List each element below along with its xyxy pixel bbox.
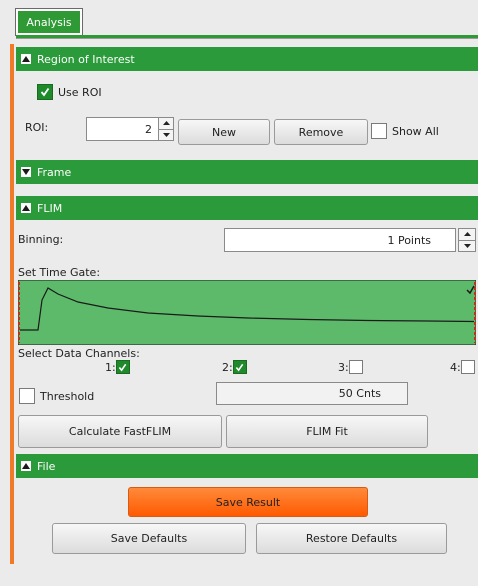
channel-selector: 1: 2: 3: 4: <box>0 360 478 376</box>
threshold-row: Threshold <box>19 388 94 404</box>
tab-analysis[interactable]: Analysis <box>15 8 83 36</box>
tab-divider <box>16 38 478 39</box>
channel-label: 3: <box>338 360 349 374</box>
roi-stepper[interactable] <box>158 117 174 141</box>
section-title: File <box>37 459 56 473</box>
stepper-down-icon[interactable] <box>159 128 173 141</box>
channel-checkbox[interactable] <box>348 360 363 374</box>
binning-value: 1 Points <box>387 233 431 247</box>
section-header-frame[interactable]: Frame <box>16 160 478 184</box>
section-header-file[interactable]: File <box>16 454 478 478</box>
section-title: Frame <box>37 165 72 179</box>
flim-fit-button[interactable]: FLIM Fit <box>226 415 428 448</box>
threshold-value: 50 Cnts <box>338 387 381 400</box>
section-title: FLIM <box>37 201 63 215</box>
binning-stepper[interactable] <box>458 228 476 252</box>
threshold-label: Threshold <box>40 389 95 403</box>
new-roi-button[interactable]: New <box>178 119 270 145</box>
binning-label: Binning: <box>18 233 64 246</box>
use-roi-checkbox[interactable] <box>37 84 53 100</box>
use-roi-row: Use ROI <box>37 84 102 100</box>
calculate-fastflim-button[interactable]: Calculate FastFLIM <box>18 415 222 448</box>
panel-accent-bar <box>10 44 14 564</box>
channel-label: 2: <box>222 360 233 374</box>
channel-1: 1: <box>105 360 130 374</box>
threshold-field[interactable]: 50 Cnts <box>216 382 408 405</box>
roi-label: ROI: <box>25 121 49 134</box>
section-header-roi[interactable]: Region of Interest <box>16 47 478 71</box>
channel-checkbox[interactable] <box>460 360 475 374</box>
channel-checkbox[interactable] <box>232 360 247 374</box>
decay-curve-graph <box>17 279 477 346</box>
channel-label: 1: <box>105 360 116 374</box>
binning-field[interactable]: 1 Points <box>224 228 456 252</box>
time-gate-label: Set Time Gate: <box>18 266 101 279</box>
channel-3: 3: <box>338 360 363 374</box>
threshold-checkbox[interactable] <box>19 388 35 404</box>
time-gate-plot[interactable] <box>17 279 477 346</box>
channel-label: 4: <box>450 360 461 374</box>
section-title: Region of Interest <box>37 52 135 66</box>
section-header-flim[interactable]: FLIM <box>16 196 478 220</box>
save-defaults-button[interactable]: Save Defaults <box>52 523 246 554</box>
show-all-row: Show All <box>371 123 439 139</box>
channels-label: Select Data Channels: <box>18 347 140 360</box>
roi-number-field[interactable]: 2 <box>86 117 159 141</box>
restore-defaults-button[interactable]: Restore Defaults <box>256 523 447 554</box>
save-result-button[interactable]: Save Result <box>128 487 368 517</box>
stepper-up-icon[interactable] <box>459 229 475 240</box>
stepper-up-icon[interactable] <box>159 118 173 129</box>
channel-4: 4: <box>450 360 475 374</box>
remove-roi-button[interactable]: Remove <box>274 119 368 145</box>
collapse-icon[interactable] <box>21 461 31 471</box>
stepper-down-icon[interactable] <box>459 239 475 252</box>
collapse-icon[interactable] <box>21 54 31 64</box>
expand-icon[interactable] <box>21 167 31 177</box>
channel-checkbox[interactable] <box>115 360 130 374</box>
show-all-label: Show All <box>392 124 439 138</box>
channel-2: 2: <box>222 360 247 374</box>
use-roi-label: Use ROI <box>58 85 102 99</box>
collapse-icon[interactable] <box>21 203 31 213</box>
roi-number-value: 2 <box>145 122 152 136</box>
show-all-checkbox[interactable] <box>371 123 387 139</box>
